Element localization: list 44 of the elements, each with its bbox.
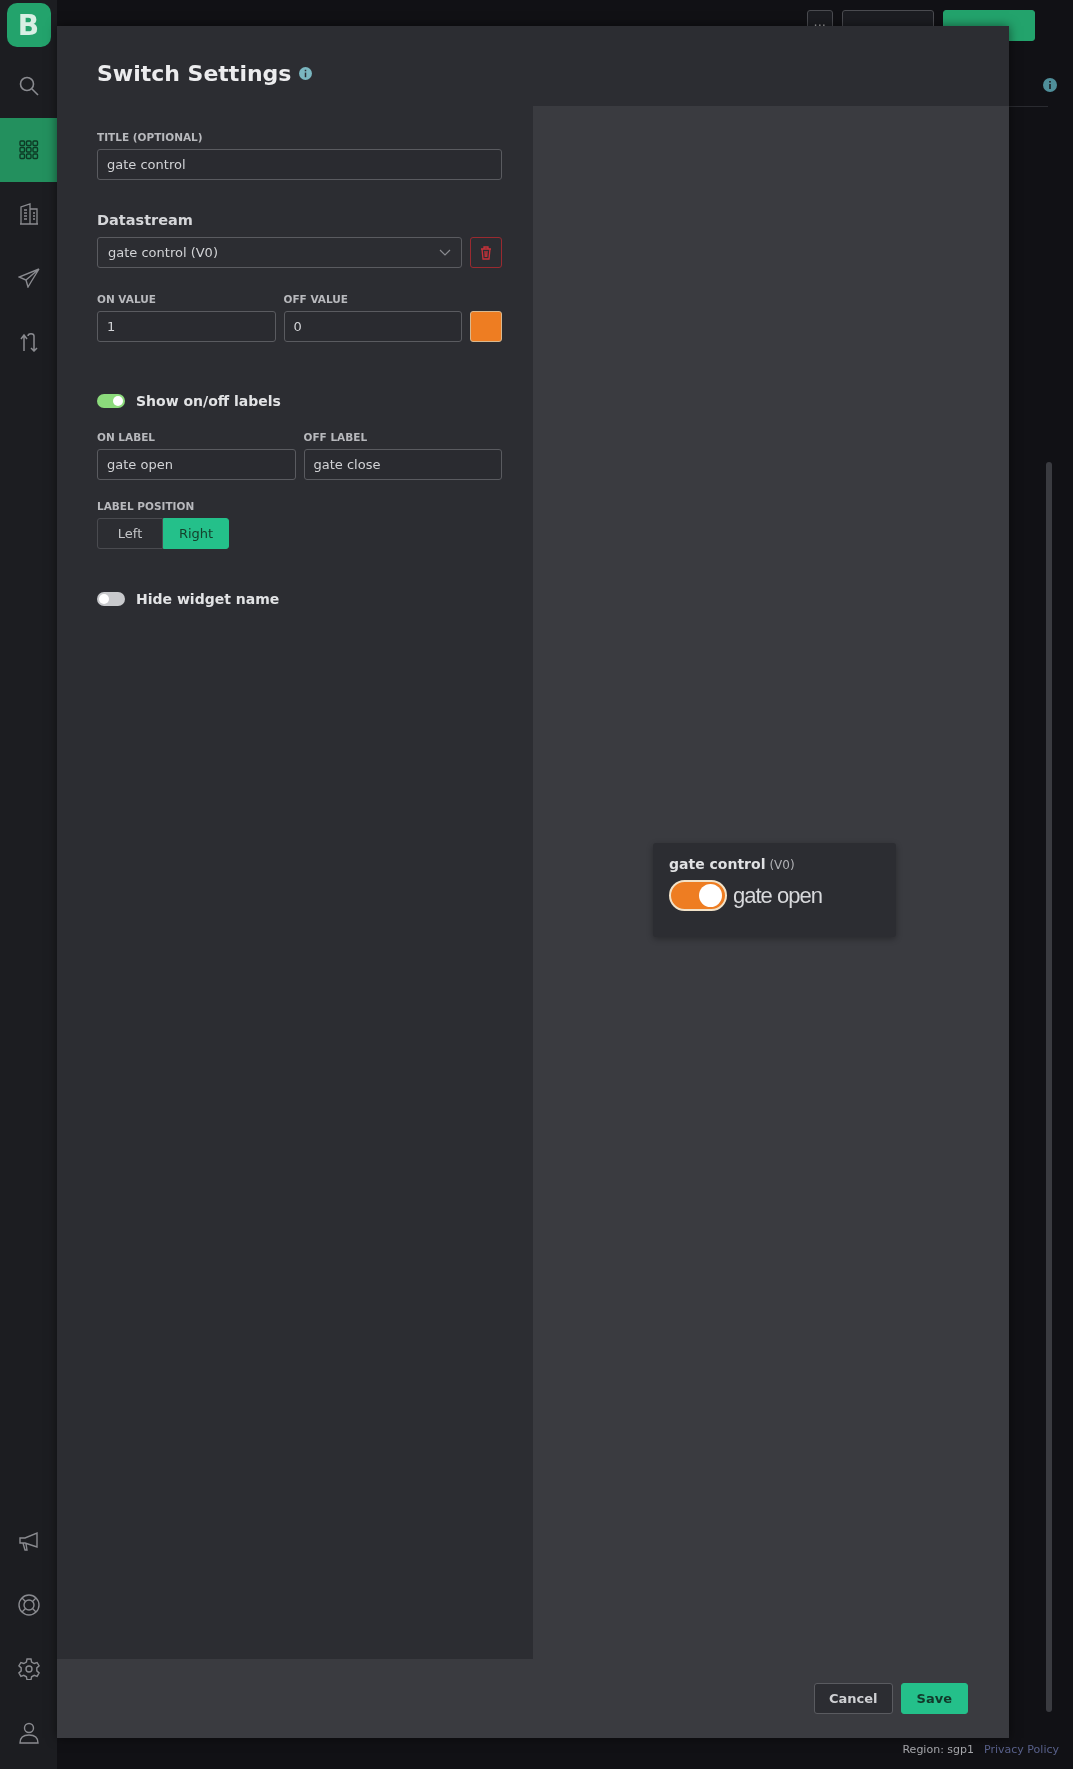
region-label: Region: sgp1 — [902, 1742, 975, 1756]
datastream-dropdown[interactable]: gate control (V0) — [97, 237, 462, 268]
info-icon — [299, 66, 313, 80]
swap-arrows-icon — [18, 332, 39, 352]
gear-icon — [17, 1658, 40, 1680]
toggle-label: Show on/off labels — [136, 393, 281, 409]
paper-plane-icon — [17, 268, 40, 288]
off-label-field[interactable]: gate close — [303, 449, 502, 480]
off-value-field[interactable]: 0 — [283, 311, 462, 342]
pin-label: (V0) — [769, 858, 795, 872]
field-label: ON VALUE — [97, 293, 157, 305]
scrollbar[interactable] — [1046, 462, 1052, 1712]
widget-title: gate control — [669, 856, 766, 872]
user-icon — [18, 1722, 39, 1744]
field-label: LABEL POSITION — [97, 500, 196, 512]
toggle-label: Hide widget name — [136, 591, 280, 607]
title-field[interactable]: gate control — [97, 149, 502, 180]
field-label: ON LABEL — [97, 431, 157, 443]
section-heading: Datastream — [97, 212, 194, 228]
save-button[interactable]: Save — [900, 1683, 968, 1714]
switch-label: gate open — [733, 882, 822, 909]
toggle-switch[interactable] — [97, 592, 125, 606]
switch[interactable] — [669, 880, 727, 911]
megaphone-icon — [17, 1531, 40, 1551]
on-label-field[interactable]: gate open — [97, 449, 296, 480]
nav-item[interactable] — [0, 118, 57, 182]
field-label: OFF LABEL — [303, 431, 369, 443]
building-icon — [18, 203, 39, 225]
delete-button[interactable] — [470, 237, 502, 268]
field-label: OFF VALUE — [283, 293, 349, 305]
segment-button[interactable]: Right — [163, 518, 229, 549]
dialog-title: Switch Settings — [97, 60, 292, 86]
grid-icon — [18, 140, 39, 160]
info-icon — [1043, 78, 1057, 92]
segment-button[interactable]: Left — [97, 518, 163, 549]
color-picker[interactable] — [470, 311, 502, 342]
lifebuoy-icon — [17, 1594, 40, 1616]
search-icon — [17, 75, 40, 97]
cancel-button[interactable]: Cancel — [814, 1683, 893, 1714]
toggle-switch[interactable] — [97, 394, 125, 408]
trash-icon — [480, 245, 492, 260]
chevron-down-icon — [439, 249, 451, 256]
on-value-field[interactable]: 1 — [97, 311, 276, 342]
field-label: TITLE (OPTIONAL) — [97, 131, 204, 143]
